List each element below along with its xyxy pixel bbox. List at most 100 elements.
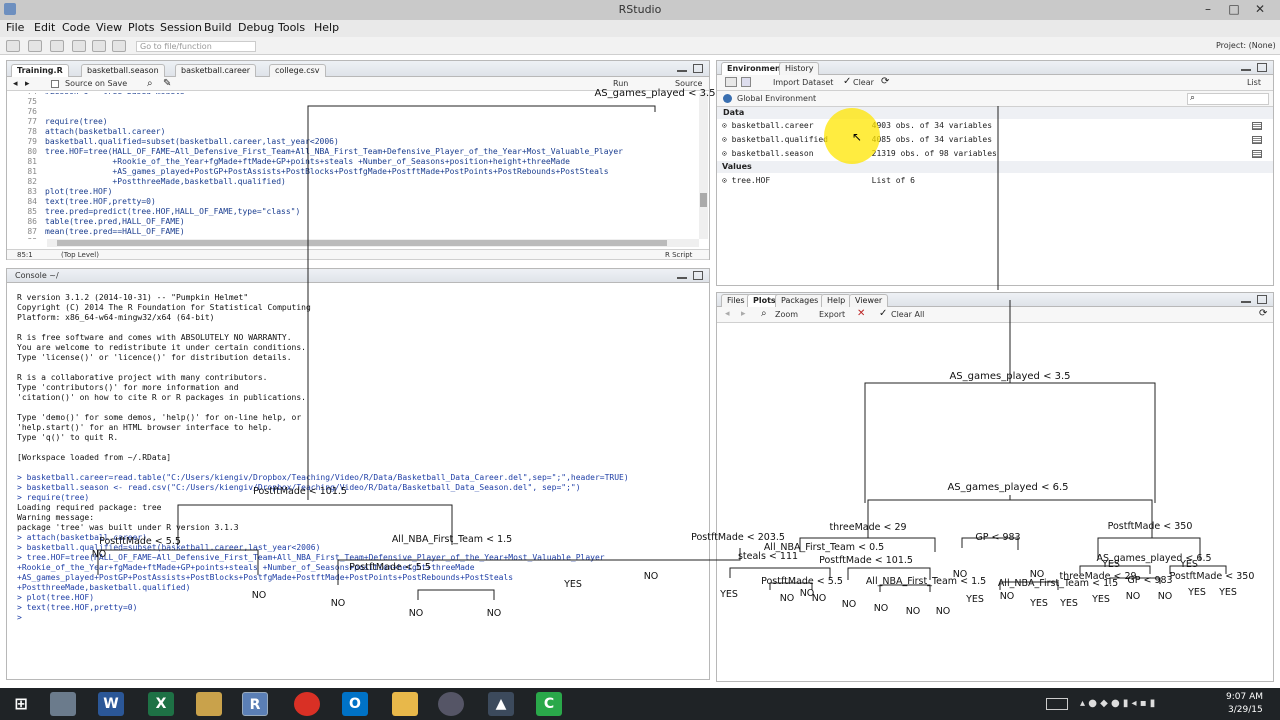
export-button[interactable]: Export [819, 310, 845, 319]
scroll-thumb[interactable] [700, 193, 707, 207]
refresh-plot-icon[interactable]: ⟳ [1259, 308, 1267, 319]
mountain-app-icon[interactable]: ▲ [488, 692, 514, 716]
goto-file-input[interactable]: Go to file/function [136, 41, 256, 52]
minimize-pane-icon[interactable] [1241, 295, 1251, 303]
console-output[interactable]: R version 3.1.2 (2014-10-31) -- "Pumpkin… [7, 291, 709, 677]
chrome-icon[interactable] [294, 692, 320, 716]
source-on-save-checkbox[interactable] [51, 80, 59, 88]
expand-icon[interactable]: ⊙ [722, 121, 732, 130]
env-search-input[interactable]: ⌕ [1187, 93, 1269, 105]
tab-packages[interactable]: Packages [775, 294, 825, 307]
file-type-indicator[interactable]: R Script [665, 251, 692, 259]
view-data-grid-icon[interactable] [1252, 150, 1262, 158]
code-line[interactable]: 78 attach(basketball.career) [11, 127, 165, 137]
menu-file[interactable]: File [6, 21, 24, 34]
global-environment-dropdown[interactable]: Global Environment [737, 94, 816, 103]
excel-icon[interactable]: X [148, 692, 174, 716]
minimize-pane-icon[interactable] [677, 271, 687, 279]
menu-edit[interactable]: Edit [34, 21, 55, 34]
save-icon[interactable] [72, 40, 86, 52]
hscroll-thumb[interactable] [57, 240, 667, 246]
zoom-button[interactable]: Zoom [775, 310, 798, 319]
maximize-pane-icon[interactable] [1257, 295, 1267, 304]
minimize-pane-icon[interactable] [677, 64, 687, 72]
code-line[interactable]: 79 basketball.qualified=subset(basketball… [11, 137, 338, 147]
folder-app-icon[interactable] [196, 692, 222, 716]
menu-session[interactable]: Session [160, 21, 202, 34]
code-line[interactable]: 81 +AS_games_played+PostGP+PostAssists+P… [11, 167, 608, 177]
env-value-row[interactable]: ⊙ tree.HOF List of 6 [722, 175, 915, 187]
tray-icons[interactable]: ▴ ● ◆ ● ▮ ◂ ▪ ▮ [1080, 698, 1210, 710]
menu-tools[interactable]: Tools [278, 21, 305, 34]
maximize-pane-icon[interactable] [1257, 63, 1267, 72]
horizontal-scrollbar[interactable] [47, 239, 699, 247]
view-data-grid-icon[interactable] [1252, 136, 1262, 144]
tab-help[interactable]: Help [821, 294, 852, 307]
new-file-icon[interactable] [6, 40, 20, 52]
open-project-icon[interactable] [28, 40, 42, 52]
tab-history[interactable]: History [779, 62, 820, 75]
clear-all-plots-button[interactable]: Clear All [891, 310, 924, 319]
tab-training-r[interactable]: Training.R [11, 64, 69, 77]
minimize-icon[interactable]: – [1196, 1, 1220, 17]
list-view-toggle[interactable]: List [1247, 78, 1261, 87]
broom-icon[interactable]: ✓ [843, 76, 851, 87]
load-workspace-icon[interactable] [725, 77, 737, 87]
outlook-icon[interactable]: O [342, 692, 368, 716]
maximize-pane-icon[interactable] [693, 271, 703, 280]
task-manager-icon[interactable] [50, 692, 76, 716]
code-line[interactable]: 76 [11, 107, 45, 117]
clock-date[interactable]: 3/29/15 [1228, 705, 1263, 715]
open-file-icon[interactable] [50, 40, 64, 52]
camtasia-icon[interactable]: C [536, 692, 562, 716]
close-icon[interactable]: ✕ [1248, 1, 1272, 17]
print-icon[interactable] [112, 40, 126, 52]
back-arrow-icon[interactable]: ◂ [13, 79, 18, 89]
scope-indicator[interactable]: (Top Level) [61, 251, 99, 259]
maximize-pane-icon[interactable] [693, 64, 703, 73]
next-plot-icon[interactable]: ▸ [741, 309, 746, 319]
expand-icon[interactable]: ⊙ [722, 149, 732, 158]
code-line[interactable]: 77 require(tree) [11, 117, 107, 127]
save-all-icon[interactable] [92, 40, 106, 52]
rstudio-icon[interactable]: R [242, 692, 268, 716]
expand-icon[interactable]: ⊙ [722, 176, 732, 185]
tab-viewer[interactable]: Viewer [849, 294, 889, 307]
maximize-icon[interactable]: □ [1222, 1, 1246, 17]
code-line[interactable]: 85 tree.pred=predict(tree.HOF,HALL_OF_FAM… [11, 207, 300, 217]
tab-basketball-season[interactable]: basketball.season [81, 64, 165, 77]
minimize-pane-icon[interactable] [1241, 63, 1251, 71]
code-line[interactable]: 82 +PostthreeMade,basketball.qualified) [11, 177, 285, 187]
globe-app-icon[interactable] [438, 692, 464, 716]
file-explorer-icon[interactable] [392, 692, 418, 716]
magnifier-icon[interactable]: ⌕ [147, 78, 153, 89]
code-line[interactable]: 88 [11, 237, 45, 239]
wand-icon[interactable]: ✎ [163, 78, 171, 89]
menu-code[interactable]: Code [62, 21, 90, 34]
tab-college-csv[interactable]: college.csv [269, 64, 326, 77]
code-line[interactable]: 84 text(tree.HOF,pretty=0) [11, 197, 155, 207]
code-line[interactable]: 86 table(tree.pred,HALL_OF_FAME) [11, 217, 184, 227]
keyboard-icon[interactable] [1046, 698, 1068, 710]
view-data-grid-icon[interactable] [1252, 122, 1262, 130]
prev-plot-icon[interactable]: ◂ [725, 309, 730, 319]
clock-time[interactable]: 9:07 AM [1226, 692, 1263, 702]
code-line[interactable]: 75 [11, 97, 45, 107]
project-menu[interactable]: Project: (None) [1216, 41, 1276, 50]
menu-debug[interactable]: Debug [238, 21, 274, 34]
code-line[interactable]: 81 +Rookie_of_the_Year+fgMade+ftMade+GP+… [11, 157, 570, 167]
refresh-icon[interactable]: ⟳ [881, 76, 889, 87]
menu-build[interactable]: Build [204, 21, 232, 34]
code-area[interactable]: 74#Lesson 6 - tree based models757677req… [7, 93, 699, 239]
code-line[interactable]: 87 mean(tree.pred==HALL_OF_FAME) [11, 227, 184, 237]
source-button[interactable]: Source [675, 79, 702, 88]
expand-icon[interactable]: ⊙ [722, 135, 732, 144]
forward-arrow-icon[interactable]: ▸ [25, 79, 30, 89]
menu-view[interactable]: View [96, 21, 122, 34]
code-line[interactable]: 83 plot(tree.HOF) [11, 187, 112, 197]
save-workspace-icon[interactable] [741, 77, 751, 87]
vertical-scrollbar[interactable] [699, 93, 708, 239]
code-line[interactable]: 80 tree.HOF=tree(HALL_OF_FAME~All_Defensi… [11, 147, 623, 157]
run-button[interactable]: Run [613, 79, 628, 88]
menu-plots[interactable]: Plots [128, 21, 154, 34]
